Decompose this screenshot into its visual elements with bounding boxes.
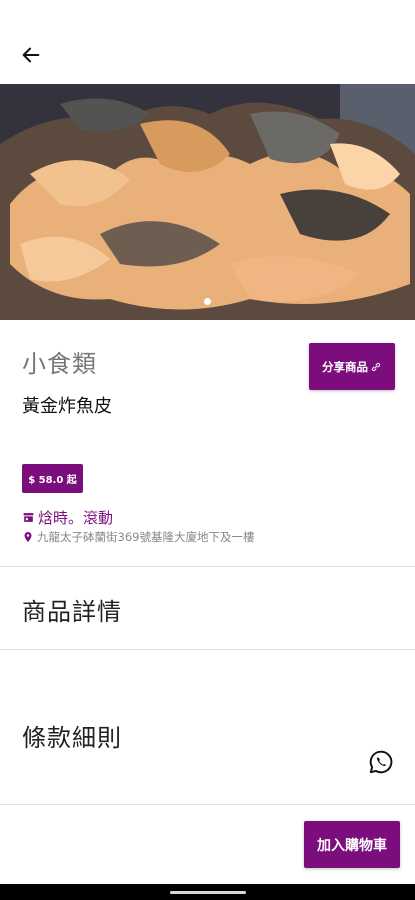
product-photo	[0, 84, 415, 320]
address-text: 九龍太子砵蘭街369號基隆大廈地下及一樓	[37, 530, 255, 544]
product-image-carousel[interactable]	[0, 84, 415, 320]
home-handle[interactable]	[170, 891, 246, 894]
shop-link[interactable]: 焓時。滾動	[22, 507, 113, 528]
product-details-title: 商品詳情	[22, 598, 122, 626]
product-category: 小食類	[22, 350, 97, 378]
store-icon	[23, 513, 34, 522]
link-icon	[371, 362, 381, 371]
divider	[0, 566, 415, 567]
terms-title: 條款細則	[22, 724, 122, 752]
divider	[0, 649, 415, 650]
shop-address: 九龍太子砵蘭街369號基隆大廈地下及一樓	[22, 529, 254, 545]
product-name: 黃金炸魚皮	[22, 396, 112, 417]
share-button-label: 分享商品	[322, 359, 368, 374]
system-navigation-bar	[0, 884, 415, 900]
arrow-left-icon	[22, 47, 40, 63]
back-button[interactable]	[14, 38, 48, 72]
add-to-cart-button[interactable]: 加入購物車	[304, 821, 400, 868]
price-badge: $ 58.0 起	[22, 464, 83, 493]
top-bar	[0, 0, 415, 84]
whatsapp-button[interactable]	[367, 748, 395, 776]
carousel-indicator	[0, 298, 415, 305]
shop-name[interactable]: 焓時。滾動	[38, 507, 113, 528]
share-product-button[interactable]: 分享商品	[309, 343, 395, 390]
location-pin-icon	[24, 532, 32, 542]
carousel-dot[interactable]	[204, 298, 211, 305]
whatsapp-icon	[369, 750, 393, 774]
